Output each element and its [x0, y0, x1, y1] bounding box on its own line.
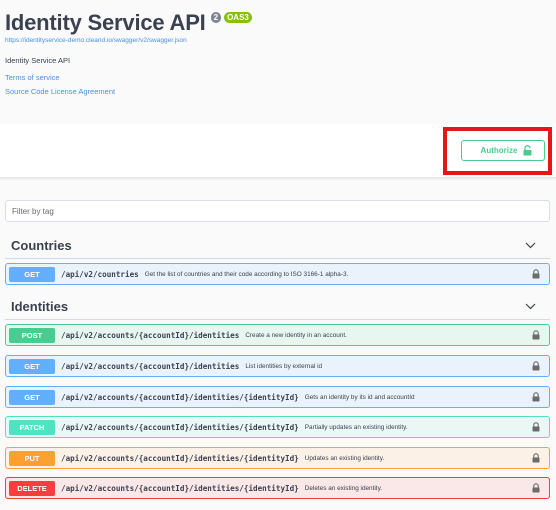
operation-summary: Get the list of countries and their code… [144, 270, 349, 278]
operation-delete-identity[interactable]: DELETE /api/v2/accounts/{accountId}/iden… [5, 477, 550, 499]
operation-path: /api/v2/accounts/{accountId}/identities [61, 330, 240, 340]
operation-summary: Create a new identity in an account. [245, 331, 347, 339]
method-badge: DELETE [9, 480, 55, 496]
operation-path: /api/v2/accounts/{accountId}/identities/… [61, 392, 299, 402]
lock-icon[interactable] [532, 392, 540, 402]
lock-icon[interactable] [532, 269, 540, 279]
tag-title: Identities [11, 299, 69, 314]
method-badge: GET [9, 266, 55, 282]
method-badge: PUT [9, 450, 55, 466]
operation-summary: Partially updates an existing identity. [304, 423, 408, 431]
operation-summary: Gets an identity by its id and accountId [304, 393, 415, 401]
terms-of-service-link[interactable]: Terms of service [5, 73, 60, 82]
info-section: Identity Service API 2 OAS3 https://iden… [0, 0, 556, 124]
scheme-container: Authorize [0, 124, 556, 178]
unlock-icon [523, 145, 532, 156]
tag-title: Countries [11, 238, 72, 253]
method-badge: POST [9, 327, 55, 343]
operation-put-identity[interactable]: PUT /api/v2/accounts/{accountId}/identit… [5, 447, 550, 469]
lock-icon[interactable] [532, 330, 540, 340]
lock-icon[interactable] [532, 483, 540, 493]
authorize-label: Authorize [480, 146, 518, 155]
authorize-button[interactable]: Authorize [461, 140, 545, 161]
lock-icon[interactable] [532, 422, 540, 432]
operation-patch-identity[interactable]: PATCH /api/v2/accounts/{accountId}/ident… [5, 416, 550, 438]
lock-icon[interactable] [532, 361, 540, 371]
method-badge: PATCH [9, 419, 55, 435]
chevron-down-icon[interactable] [525, 242, 536, 249]
oas-badge: OAS3 [224, 12, 252, 23]
operation-post-identities[interactable]: POST /api/v2/accounts/{accountId}/identi… [5, 324, 550, 346]
title-row: Identity Service API 2 OAS3 [5, 10, 252, 36]
method-badge: GET [9, 358, 55, 374]
lock-icon[interactable] [532, 453, 540, 463]
tag-header-identities[interactable]: Identities [5, 294, 550, 320]
operation-summary: Deletes an existing identity. [304, 484, 383, 492]
version-badge: 2 [210, 12, 222, 23]
operation-get-countries[interactable]: GET /api/v2/countries Get the list of co… [5, 263, 550, 285]
operation-path: /api/v2/countries [61, 269, 139, 279]
filter-by-tag-input[interactable] [5, 200, 550, 222]
operation-path: /api/v2/accounts/{accountId}/identities [61, 361, 240, 371]
api-description: Identity Service API [5, 56, 71, 65]
operation-summary: List identities by external id [245, 362, 323, 370]
operation-summary: Updates an existing identity. [304, 454, 385, 462]
tag-header-countries[interactable]: Countries [5, 233, 550, 259]
method-badge: GET [9, 389, 55, 405]
operation-path: /api/v2/accounts/{accountId}/identities/… [61, 453, 299, 463]
license-link[interactable]: Source Code License Agreement [5, 87, 115, 96]
chevron-down-icon[interactable] [525, 303, 536, 310]
operation-path: /api/v2/accounts/{accountId}/identities/… [61, 483, 299, 493]
spec-url-link[interactable]: https://identityservice-demo.clearid.io/… [5, 37, 187, 44]
operation-get-identities[interactable]: GET /api/v2/accounts/{accountId}/identit… [5, 355, 550, 377]
operation-get-identity-by-id[interactable]: GET /api/v2/accounts/{accountId}/identit… [5, 386, 550, 408]
operation-path: /api/v2/accounts/{accountId}/identities/… [61, 422, 299, 432]
page-title: Identity Service API [5, 10, 206, 35]
